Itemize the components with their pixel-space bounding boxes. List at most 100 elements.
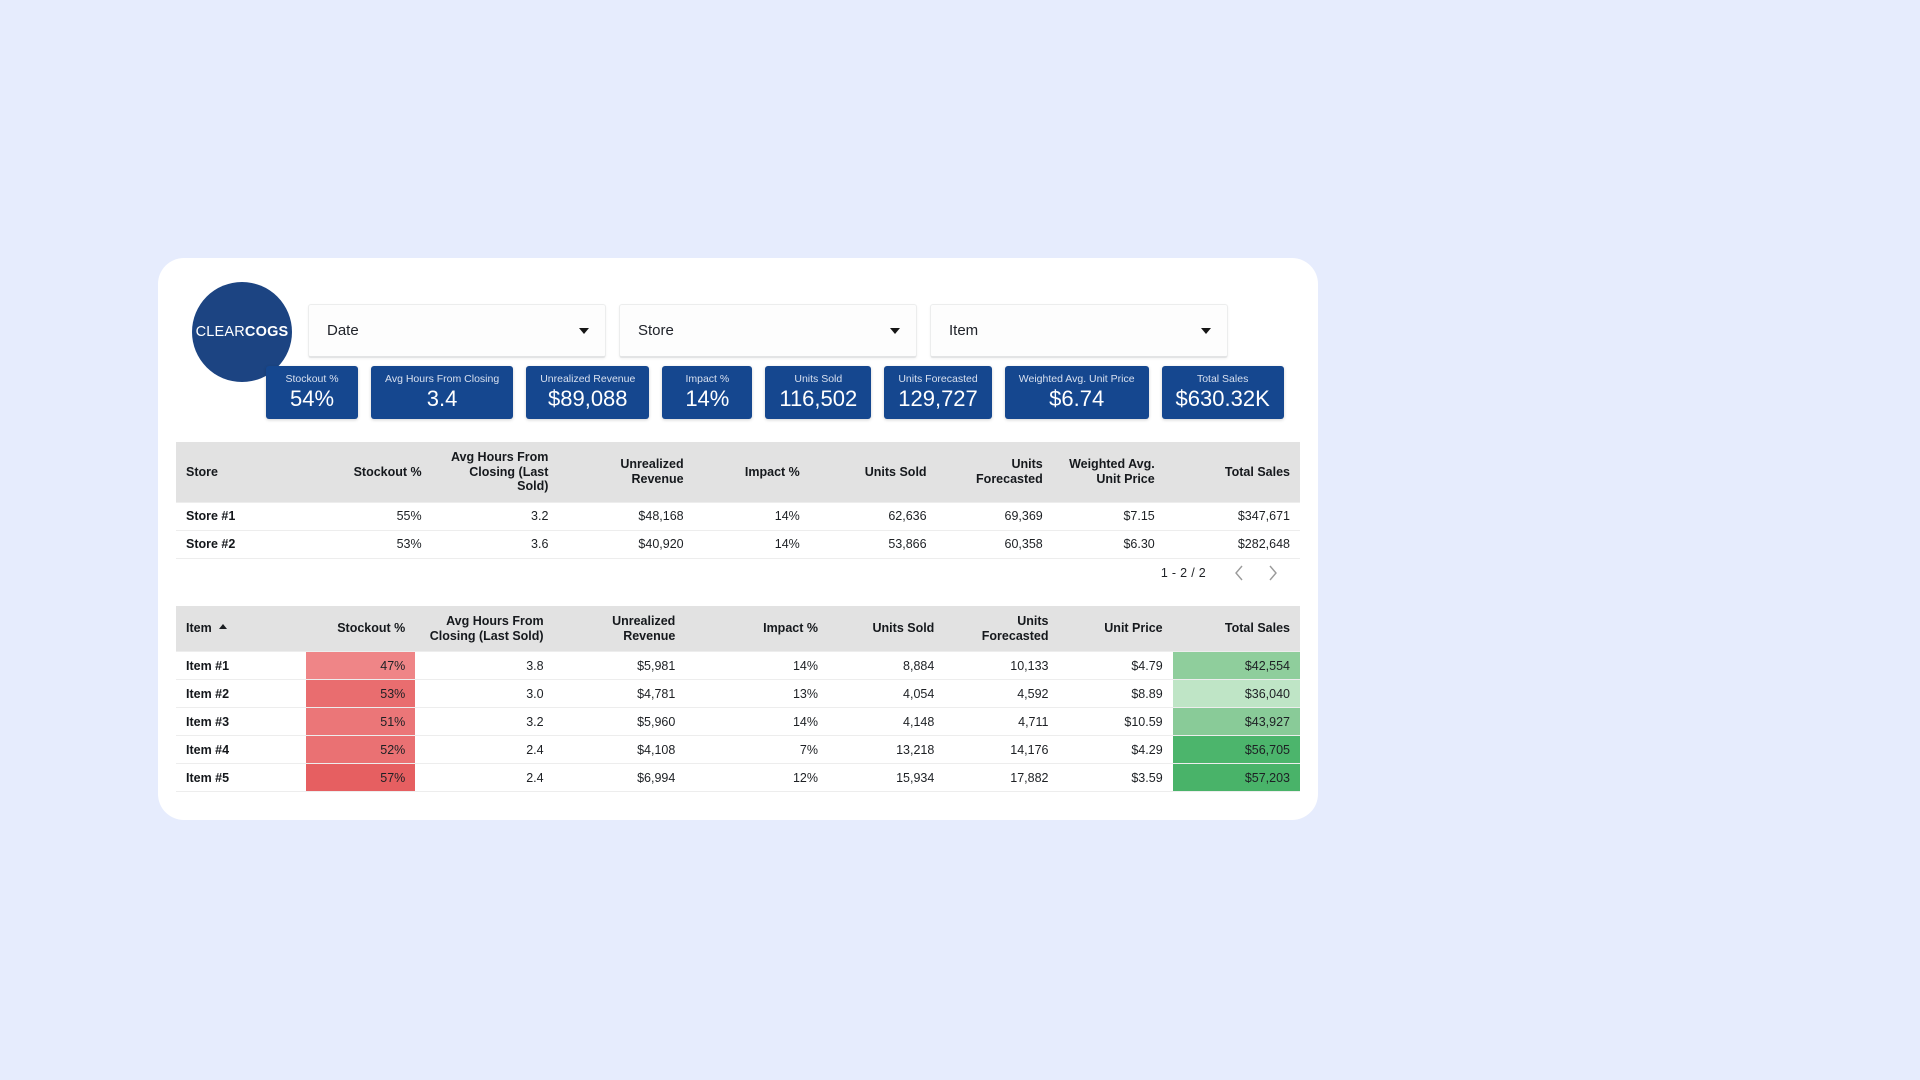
store-col-stockout[interactable]: Stockout % (313, 442, 432, 502)
cell-units-forecasted: 4,592 (944, 679, 1059, 708)
cell-impact: 7% (685, 735, 828, 764)
cell-impact: 14% (693, 501, 810, 531)
filter-store-dropdown[interactable]: Store (619, 304, 917, 358)
cell-avg-hours: 3.2 (415, 707, 554, 736)
item-col-units-sold[interactable]: Units Sold (827, 606, 945, 652)
store-col-total-sales[interactable]: Total Sales (1164, 442, 1300, 502)
cell-unrealized: $5,981 (553, 651, 686, 680)
store-table: Store Stockout % Avg Hours From Closing … (176, 442, 1300, 559)
cell-stockout: 53% (313, 530, 432, 559)
store-col-avg-hours[interactable]: Avg Hours From Closing (Last Sold) (431, 442, 559, 502)
item-col-unrealized[interactable]: Unrealized Revenue (553, 606, 686, 652)
cell-unrealized: $4,781 (553, 679, 686, 708)
table-row[interactable]: Item #5 57% 2.4 $6,994 12% 15,934 17,882… (176, 763, 1300, 792)
cell-unit-price: $4.79 (1058, 651, 1173, 680)
cell-avg-hours: 3.2 (431, 501, 559, 531)
cell-unrealized: $6,994 (553, 763, 686, 792)
table-row[interactable]: Item #1 47% 3.8 $5,981 14% 8,884 10,133 … (176, 651, 1300, 680)
store-header-row: Store Stockout % Avg Hours From Closing … (176, 442, 1300, 502)
pagination-next-button[interactable] (1258, 558, 1288, 588)
item-col-unit-price[interactable]: Unit Price (1058, 606, 1173, 652)
kpi-label: Unrealized Revenue (540, 372, 636, 385)
pagination-prev-button[interactable] (1224, 558, 1254, 588)
kpi-card-weighted-avg-unit-price[interactable]: Weighted Avg. Unit Price $6.74 (1004, 366, 1149, 419)
table-row[interactable]: Item #3 51% 3.2 $5,960 14% 4,148 4,711 $… (176, 707, 1300, 736)
cell-store: Store #2 (176, 530, 314, 559)
item-col-impact[interactable]: Impact % (685, 606, 828, 652)
dashboard-card: CLEARCOGS Date Store Item Stockout % 54%… (158, 258, 1318, 820)
store-table-container: Store Stockout % Avg Hours From Closing … (158, 442, 1318, 559)
kpi-label: Impact % (685, 372, 730, 385)
kpi-card-impact-pct[interactable]: Impact % 14% (662, 366, 753, 419)
kpi-label: Total Sales (1196, 372, 1249, 385)
cell-units-forecasted: 10,133 (944, 651, 1059, 680)
cell-units-sold: 4,148 (827, 707, 945, 736)
kpi-card-unrealized-revenue[interactable]: Unrealized Revenue $89,088 (526, 366, 650, 419)
table-row[interactable]: Store #1 55% 3.2 $48,168 14% 62,636 69,3… (176, 501, 1300, 531)
cell-avg-hours: 3.6 (431, 530, 559, 559)
table-row[interactable]: Store #2 53% 3.6 $40,920 14% 53,866 60,3… (176, 530, 1300, 559)
store-col-impact[interactable]: Impact % (693, 442, 810, 502)
item-col-units-forecasted[interactable]: Units Forecasted (944, 606, 1059, 652)
chevron-left-icon (1235, 565, 1243, 581)
item-col-total-sales[interactable]: Total Sales (1172, 606, 1300, 652)
kpi-label: Units Sold (794, 372, 843, 385)
chevron-down-icon (1201, 327, 1211, 334)
cell-unit-price: $6.30 (1052, 530, 1165, 559)
filter-date-dropdown[interactable]: Date (308, 304, 606, 358)
dashboard-page: CLEARCOGS Date Store Item Stockout % 54%… (0, 0, 1920, 1080)
store-col-unrealized[interactable]: Unrealized Revenue (558, 442, 694, 502)
store-col-unit-price[interactable]: Weighted Avg. Unit Price (1052, 442, 1165, 502)
cell-avg-hours: 3.8 (415, 651, 554, 680)
kpi-label: Stockout % (285, 372, 339, 385)
cell-stockout: 57% (305, 763, 416, 792)
item-col-avg-hours[interactable]: Avg Hours From Closing (Last Sold) (415, 606, 554, 652)
kpi-card-total-sales[interactable]: Total Sales $630.32K (1161, 366, 1284, 419)
kpi-label: Units Forecasted (898, 372, 978, 385)
kpi-value: 3.4 (426, 385, 458, 411)
logo-word-clear: CLEAR (195, 324, 245, 340)
filter-item-dropdown[interactable]: Item (930, 304, 1228, 358)
cell-unrealized: $4,108 (553, 735, 686, 764)
kpi-strip: Stockout % 54% Avg Hours From Closing 3.… (266, 366, 1284, 419)
item-col-stockout[interactable]: Stockout % (305, 606, 416, 652)
kpi-card-units-sold[interactable]: Units Sold 116,502 (765, 366, 872, 419)
cell-units-sold: 4,054 (827, 679, 945, 708)
store-table-header: Store Stockout % Avg Hours From Closing … (176, 442, 1300, 502)
cell-avg-hours: 2.4 (415, 735, 554, 764)
cell-total-sales: $56,705 (1172, 735, 1300, 764)
chevron-down-icon (890, 327, 900, 334)
cell-unit-price: $4.29 (1058, 735, 1173, 764)
cell-impact: 14% (693, 530, 810, 559)
cell-stockout: 53% (305, 679, 416, 708)
cell-item: Item #2 (176, 679, 306, 708)
cell-stockout: 55% (313, 501, 432, 531)
store-col-units-forecasted[interactable]: Units Forecasted (936, 442, 1053, 502)
item-col-item[interactable]: Item (176, 606, 306, 652)
table-row[interactable]: Item #2 53% 3.0 $4,781 13% 4,054 4,592 $… (176, 679, 1300, 708)
cell-unrealized: $40,920 (558, 530, 694, 559)
kpi-card-units-forecasted[interactable]: Units Forecasted 129,727 (884, 366, 992, 419)
kpi-value: 129,727 (898, 385, 978, 411)
cell-total-sales: $36,040 (1172, 679, 1300, 708)
kpi-card-avg-hours-from-closing[interactable]: Avg Hours From Closing 3.4 (371, 366, 514, 419)
cell-unrealized: $48,168 (558, 501, 694, 531)
cell-units-forecasted: 17,882 (944, 763, 1059, 792)
filter-item-label: Item (949, 322, 979, 339)
store-col-store[interactable]: Store (176, 442, 314, 502)
store-col-units-sold[interactable]: Units Sold (809, 442, 937, 502)
filter-date-label: Date (327, 322, 359, 339)
kpi-value: 14% (685, 385, 730, 411)
cell-impact: 12% (685, 763, 828, 792)
pagination-range-label: 1 - 2 / 2 (1160, 566, 1206, 580)
cell-units-forecasted: 60,358 (936, 530, 1053, 559)
kpi-card-stockout-pct[interactable]: Stockout % 54% (266, 366, 358, 419)
item-header-row: Item Stockout % Avg Hours From Closing (… (176, 606, 1300, 652)
table-row[interactable]: Item #4 52% 2.4 $4,108 7% 13,218 14,176 … (176, 735, 1300, 764)
sort-ascending-icon (218, 624, 227, 630)
kpi-value: $630.32K (1175, 385, 1270, 411)
chevron-right-icon (1269, 565, 1277, 581)
cell-total-sales: $57,203 (1172, 763, 1300, 792)
item-table-header: Item Stockout % Avg Hours From Closing (… (176, 606, 1300, 652)
logo-word-cogs: COGS (244, 324, 289, 340)
